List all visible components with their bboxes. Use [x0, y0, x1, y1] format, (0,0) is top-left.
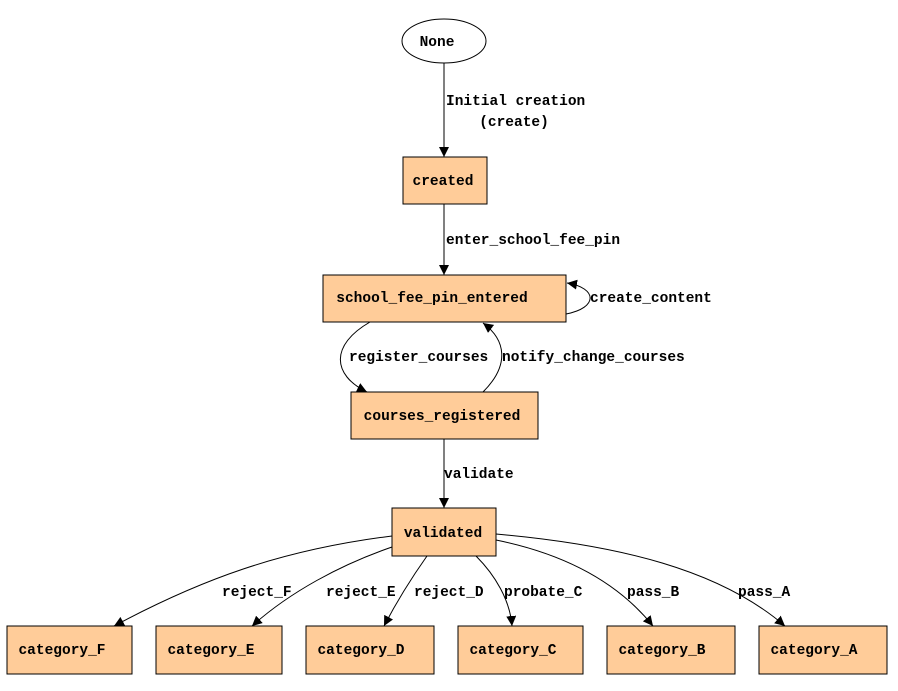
edge-label-enter-school-fee-pin: enter_school_fee_pin	[446, 233, 620, 249]
node-school-fee-pin-entered-label: school_fee_pin_entered	[336, 291, 527, 307]
edge-label-register-courses: register_courses	[349, 350, 488, 366]
node-category-D-label: category_D	[317, 643, 404, 659]
edge-reject-F	[113, 535, 393, 627]
edge-label-validate: validate	[444, 467, 514, 483]
node-category-B-label: category_B	[618, 643, 705, 659]
edge-label-notify-change-courses: notify_change_courses	[502, 350, 685, 366]
edge-label-reject-F: reject_F	[222, 585, 292, 601]
node-category-E-label: category_E	[167, 643, 254, 659]
node-category-C-label: category_C	[469, 643, 556, 659]
edge-create-content	[565, 279, 591, 315]
node-category-F-label: category_F	[18, 643, 105, 659]
node-courses-registered-label: courses_registered	[364, 409, 521, 425]
state-diagram: Initial creation (create) enter_school_f…	[0, 0, 898, 691]
edge-label-reject-D: reject_D	[414, 585, 484, 601]
edge-label-create-content: create_content	[590, 291, 712, 307]
edge-label-pass-B: pass_B	[627, 585, 680, 601]
edge-label-pass-A: pass_A	[738, 585, 791, 601]
edge-label-initial-2: (create)	[479, 115, 549, 131]
edge-pass-B	[495, 539, 654, 627]
diagram-canvas: Initial creation (create) enter_school_f…	[6, 18, 888, 675]
node-created-label: created	[413, 174, 474, 190]
node-category-A-label: category_A	[770, 643, 857, 659]
edge-label-initial-1: Initial creation	[446, 94, 585, 110]
node-validated-label: validated	[404, 526, 482, 542]
node-none-label: None	[420, 35, 455, 51]
edge-label-reject-E: reject_E	[326, 585, 396, 601]
edge-label-probate-C: probate_C	[504, 585, 583, 601]
